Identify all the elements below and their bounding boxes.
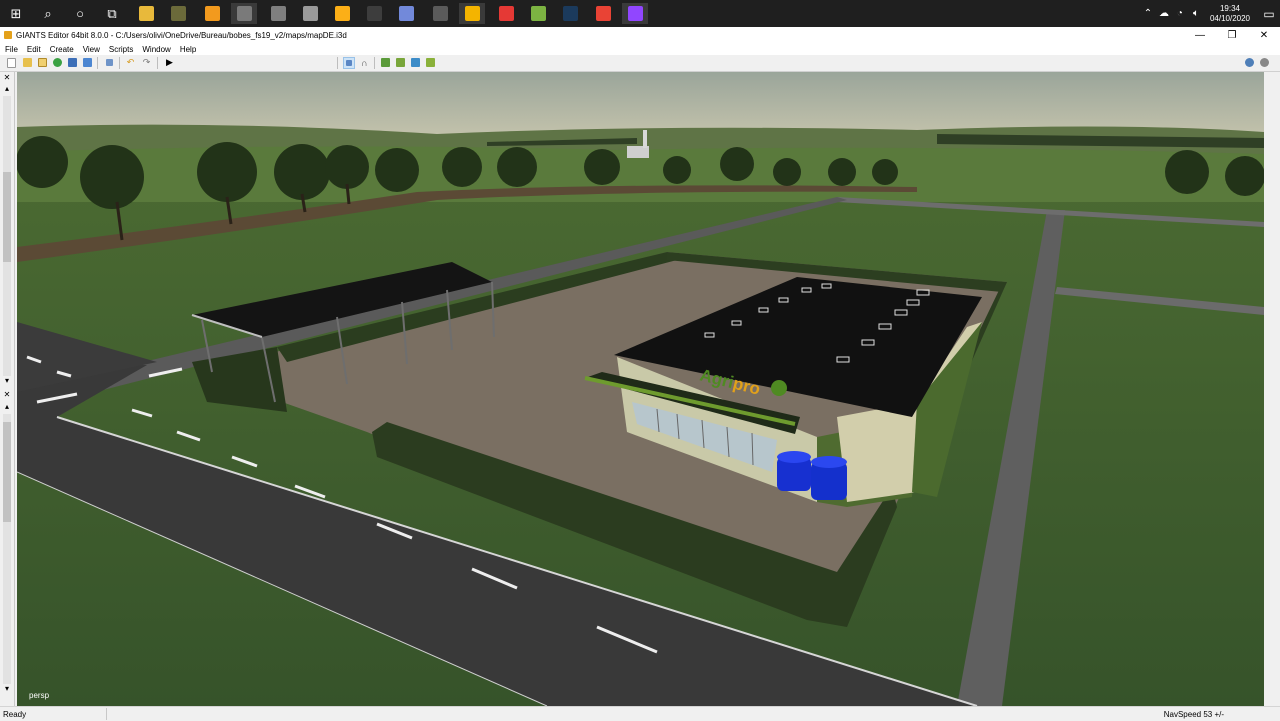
start-icon[interactable]: ⊞ (3, 3, 29, 24)
world-of-tanks-icon-glyph (432, 6, 448, 21)
rockstar-icon-glyph (334, 6, 350, 21)
status-bar: Ready NavSpeed 53 +/- (0, 706, 1280, 721)
giants-editor-icon-glyph (236, 6, 252, 21)
task-view-icon[interactable]: ⧉ (99, 3, 125, 24)
giants-app-icon (4, 31, 12, 39)
google-slides-icon[interactable] (459, 3, 485, 24)
war-game-icon[interactable] (297, 3, 323, 24)
twitch-icon-glyph (627, 6, 643, 21)
cortana-icon[interactable]: ○ (67, 3, 93, 24)
scene-render: Agripro (17, 72, 1264, 706)
close-button[interactable]: ✕ (1248, 27, 1280, 43)
zoom-extents-icon[interactable] (1259, 57, 1270, 68)
discord-icon[interactable] (393, 3, 419, 24)
scroll-up-icon[interactable]: ▴ (2, 402, 12, 412)
save-icon[interactable] (67, 57, 78, 68)
farming-simulator-icon[interactable] (165, 3, 191, 24)
close-panel-icon[interactable]: ✕ (2, 390, 12, 400)
vegetation-icon[interactable] (425, 57, 436, 68)
steam-icon-glyph (562, 6, 578, 21)
show-hidden-icons-icon[interactable]: ⌃ (1141, 8, 1155, 19)
file-explorer-icon[interactable] (133, 3, 159, 24)
menu-bar: File Edit Create View Scripts Window Hel… (0, 43, 1280, 55)
menu-view[interactable]: View (78, 45, 104, 54)
chrome-icon[interactable] (590, 3, 616, 24)
lock-icon[interactable] (104, 57, 115, 68)
rockstar-icon[interactable] (329, 3, 355, 24)
red-app-icon[interactable] (493, 3, 519, 24)
status-text: Ready (3, 710, 27, 719)
restore-button[interactable]: ❐ (1216, 27, 1248, 43)
import-icon[interactable] (37, 57, 48, 68)
reload-icon[interactable] (52, 57, 63, 68)
orange-app-icon[interactable] (199, 3, 225, 24)
terrain-paint-icon[interactable] (395, 57, 406, 68)
minimize-button[interactable]: — (1184, 27, 1216, 43)
volume-icon[interactable]: 🔈︎ (1189, 8, 1203, 19)
windows-taskbar: ⊞ ⌕ ○ ⧉ ⌃ ☁ ◔ 🔈︎ 19:34 04/10/2020 ▭ (0, 0, 1280, 27)
obs-icon[interactable] (361, 3, 387, 24)
main-toolbar: ↶ ↷ ▶ ∩ (0, 55, 1280, 72)
left-panel-strip: ✕ ▴ ▾ ✕ ▴ ▾ (0, 72, 15, 706)
window-title: GIANTS Editor 64bit 8.0.0 - C:/Users/oli… (16, 30, 347, 40)
discord-icon-glyph (398, 6, 414, 21)
terrain-sculpt-icon[interactable] (380, 57, 391, 68)
undo-icon[interactable]: ↶ (125, 57, 136, 68)
wifi-icon[interactable]: ◔ (1173, 8, 1187, 19)
close-panel-icon[interactable]: ✕ (2, 73, 12, 83)
clock-time: 19:34 (1219, 3, 1240, 13)
orange-app-icon-glyph (204, 6, 220, 21)
church-tower (643, 130, 647, 148)
scrollbar-thumb[interactable] (3, 172, 11, 262)
menu-window[interactable]: Window (137, 45, 174, 54)
obs-icon-glyph (366, 6, 382, 21)
network-icon[interactable]: ☁ (1157, 8, 1171, 19)
3d-viewport[interactable]: Agripro persp (17, 72, 1264, 706)
select-tool-icon[interactable] (343, 57, 355, 69)
scroll-up-icon[interactable]: ▴ (2, 84, 12, 94)
new-file-icon[interactable] (6, 57, 17, 68)
settings-icon[interactable] (1244, 57, 1255, 68)
search-icon[interactable]: ⌕ (35, 3, 61, 24)
chrome-icon-glyph (595, 6, 611, 21)
giants-editor-icon[interactable] (231, 3, 257, 24)
clock-date: 04/10/2020 (1209, 13, 1250, 23)
war-game-icon-glyph (302, 6, 318, 21)
open-folder-icon[interactable] (22, 57, 33, 68)
minecraft-icon[interactable] (525, 3, 551, 24)
window-title-bar: GIANTS Editor 64bit 8.0.0 - C:/Users/oli… (0, 27, 1280, 43)
file-explorer-icon-glyph (138, 6, 154, 21)
redo-icon[interactable]: ↷ (141, 57, 152, 68)
game-app-icon-glyph (270, 6, 286, 21)
twitch-icon[interactable] (622, 3, 648, 24)
right-panel-strip (1264, 72, 1280, 706)
menu-edit[interactable]: Edit (22, 45, 45, 54)
camera-mode-label: persp (29, 691, 50, 700)
google-slides-icon-glyph (464, 6, 480, 21)
scrollbar-thumb[interactable] (3, 422, 11, 522)
red-app-icon-glyph (498, 6, 514, 21)
foliage-paint-icon[interactable] (410, 57, 421, 68)
minecraft-icon-glyph (530, 6, 546, 21)
system-tray: ⌃ ☁ ◔ 🔈︎ 19:34 04/10/2020 ▭ (1140, 0, 1280, 27)
menu-create[interactable]: Create (45, 45, 78, 54)
save-as-icon[interactable] (82, 57, 93, 68)
notifications-icon[interactable]: ▭ (1258, 7, 1280, 21)
play-icon[interactable]: ▶ (164, 57, 175, 68)
window-controls: — ❐ ✕ (1184, 27, 1280, 43)
taskbar-clock[interactable]: 19:34 04/10/2020 (1210, 4, 1250, 24)
scroll-down-icon[interactable]: ▾ (2, 376, 12, 386)
magnet-icon[interactable]: ∩ (359, 57, 370, 68)
menu-scripts[interactable]: Scripts (104, 45, 137, 54)
navspeed-readout: NavSpeed 53 +/- (1163, 710, 1224, 719)
agripro-logo-icon (771, 380, 787, 396)
farming-simulator-icon-glyph (170, 6, 186, 21)
menu-help[interactable]: Help (175, 45, 200, 54)
menu-file[interactable]: File (0, 45, 22, 54)
steam-icon[interactable] (557, 3, 583, 24)
scroll-down-icon[interactable]: ▾ (2, 684, 12, 694)
world-of-tanks-icon[interactable] (427, 3, 453, 24)
game-app-icon[interactable] (265, 3, 291, 24)
